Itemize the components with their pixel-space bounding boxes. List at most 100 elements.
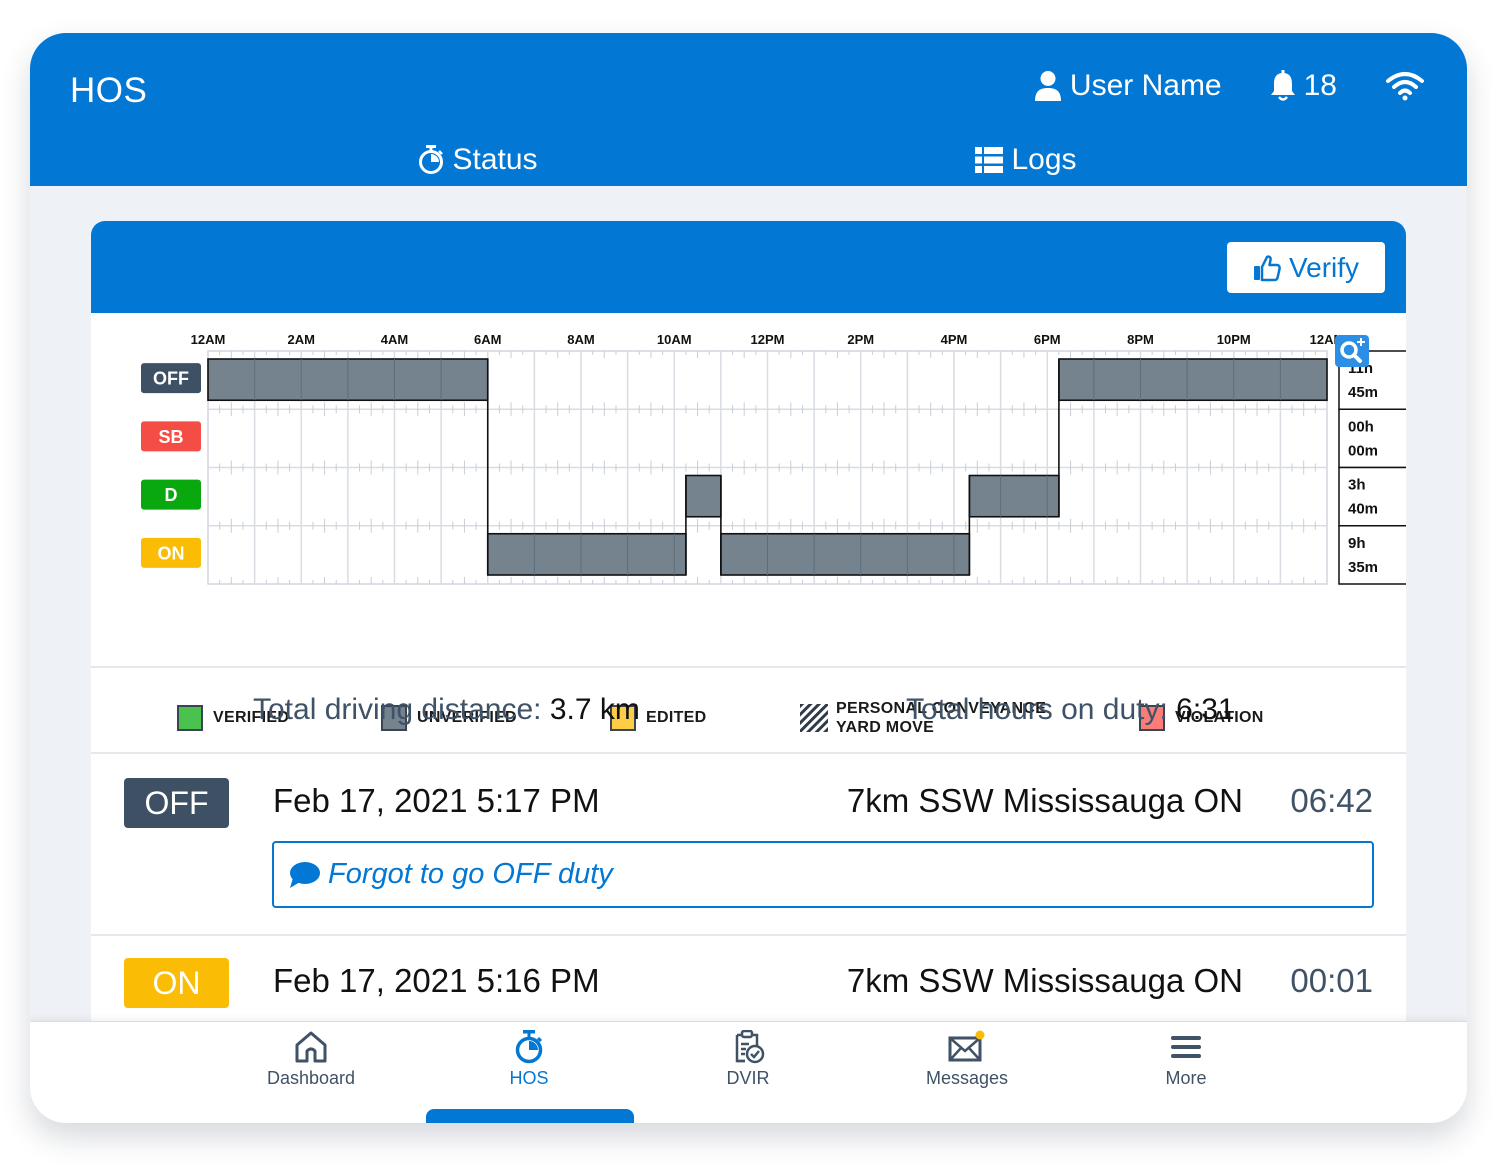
row-label-d: D <box>141 479 201 510</box>
wifi-status <box>1385 71 1425 101</box>
row-total-minutes: 35m <box>1348 559 1378 576</box>
row-label-text: D <box>165 485 178 505</box>
nav-messages[interactable]: Messages <box>877 1030 1057 1100</box>
duty-segment-off[interactable] <box>1058 358 1328 402</box>
duty-segment-bar[interactable] <box>685 474 722 518</box>
x-tick-label: 2AM <box>288 332 315 347</box>
row-total-minutes: 00m <box>1348 442 1378 459</box>
active-nav-indicator <box>426 1109 634 1123</box>
user-icon <box>1034 71 1061 101</box>
nav-more[interactable]: More <box>1096 1030 1276 1100</box>
verify-button[interactable]: Verify <box>1227 242 1385 293</box>
row-total-on: 9h35m <box>1338 525 1406 585</box>
log-card: Verify 12AM 2AM 4AM 6AM 8AM 10AM 12PM 2PM 4PM 6PM… <box>91 221 1406 1121</box>
bell-icon <box>1270 70 1295 101</box>
x-tick-label: 6PM <box>1034 332 1061 347</box>
total-distance-label: Total driving distance: <box>253 693 542 726</box>
duty-segment-on[interactable] <box>486 532 687 576</box>
row-label-off: OFF <box>141 363 201 394</box>
log-datetime: Feb 17, 2021 5:16 PM <box>273 962 600 999</box>
row-total-hours: 3h <box>1348 477 1366 494</box>
row-total-hours: 00h <box>1348 418 1374 435</box>
nav-dashboard[interactable]: Dashboard <box>221 1030 401 1100</box>
log-location: 7km SSW Mississauga ON <box>846 782 1243 819</box>
row-label-text: ON <box>158 543 185 563</box>
x-tick-label: 4AM <box>381 332 408 347</box>
nav-hos[interactable]: HOS <box>439 1030 619 1100</box>
row-total-minutes: 40m <box>1348 501 1378 518</box>
zoom-in-button-bg[interactable] <box>1335 335 1369 367</box>
card-header: Verify <box>91 221 1406 313</box>
log-location: 7km SSW Mississauga ON <box>846 962 1243 999</box>
log-entry[interactable]: OFF Feb 17, 2021 5:17 PM 7km SSW Mississ… <box>91 754 1406 934</box>
duty-segment-d[interactable] <box>685 474 722 518</box>
top-bar: HOS User Name 18 Status Logs <box>30 33 1467 286</box>
tab-bar: Status Logs <box>30 133 1467 286</box>
tab-logs-label: Logs <box>1011 142 1077 176</box>
user-name: User Name <box>1069 69 1222 102</box>
tab-logs[interactable]: Logs <box>753 133 1299 186</box>
duty-segment-off[interactable] <box>207 358 489 402</box>
stopwatch-icon <box>419 144 444 174</box>
comment-icon <box>290 861 320 888</box>
annotation-text: Forgot to go OFF duty <box>328 858 613 890</box>
x-tick-label: 6AM <box>474 332 501 347</box>
clipboard-check-icon <box>735 1030 765 1064</box>
total-distance-value: 3.7 km <box>549 693 640 726</box>
log-duration: 00:01 <box>1290 962 1373 999</box>
total-driving-distance: Total driving distance: 3.7 km <box>253 693 640 727</box>
total-duty-value: 6:31 <box>1176 693 1235 726</box>
x-tick-label: 12AM <box>191 332 226 347</box>
verify-label: Verify <box>1288 251 1360 283</box>
row-label-sb: SB <box>141 421 201 452</box>
total-duty-label: Total hours on duty: <box>906 693 1168 726</box>
nav-dvir[interactable]: DVIR <box>658 1030 838 1100</box>
duty-segment-bar[interactable] <box>1058 358 1328 402</box>
duty-segment-on[interactable] <box>720 532 971 576</box>
row-label-text: SB <box>158 427 183 447</box>
totals-row: Total driving distance: 3.7 km Total hou… <box>91 669 1406 753</box>
wifi-icon <box>1386 72 1424 101</box>
nav-label: HOS <box>509 1068 549 1088</box>
tab-status[interactable]: Status <box>205 133 751 186</box>
row-total-hours: 9h <box>1348 535 1366 552</box>
row-total-minutes: 45m <box>1348 384 1378 401</box>
row-total-d: 3h40m <box>1338 466 1406 527</box>
status-badge-off: OFF <box>124 778 229 828</box>
log-annotation[interactable]: Forgot to go OFF duty <box>272 841 1374 908</box>
duty-segment-bar[interactable] <box>486 532 687 576</box>
home-icon <box>295 1031 327 1063</box>
nav-label: DVIR <box>726 1068 770 1088</box>
x-tick-label: 4PM <box>941 332 968 347</box>
x-tick-label: 12PM <box>751 332 785 347</box>
envelope-icon <box>948 1030 985 1062</box>
thumbs-up-icon <box>1253 254 1281 281</box>
app-title: HOS <box>70 71 148 110</box>
row-label-text: OFF <box>153 369 189 389</box>
header-status-area: User Name 18 <box>1034 69 1425 103</box>
divider <box>91 666 1406 668</box>
menu-icon <box>1171 1036 1201 1058</box>
bottom-nav: Dashboard HOS DVIR Messages More <box>30 1021 1467 1123</box>
zoom-in-button[interactable] <box>1335 335 1369 367</box>
nav-label: Dashboard <box>266 1068 356 1088</box>
nav-label: More <box>1165 1068 1207 1088</box>
tab-status-label: Status <box>452 142 538 176</box>
x-tick-label: 10AM <box>657 332 692 347</box>
duty-segment-bar[interactable] <box>720 532 971 576</box>
device-frame: HOS User Name 18 Status Logs Verify 12AM… <box>30 33 1467 1123</box>
notifications[interactable]: 18 <box>1270 69 1337 103</box>
user-menu[interactable]: User Name <box>1034 69 1222 103</box>
total-hours-on-duty: Total hours on duty: 6:31 <box>906 693 1235 727</box>
notification-count: 18 <box>1303 69 1337 102</box>
duty-segment-d[interactable] <box>968 474 1060 518</box>
duty-segment-bar[interactable] <box>968 474 1060 518</box>
list-icon <box>975 146 1004 173</box>
hos-chart-svg: 12AM 2AM 4AM 6AM 8AM 10AM 12PM 2PM 4PM 6PM 8PM 10PM… <box>141 332 1406 585</box>
x-tick-label: 8AM <box>567 332 594 347</box>
message-badge <box>975 1030 985 1040</box>
stopwatch-icon <box>515 1030 543 1064</box>
x-tick-label: 10PM <box>1217 332 1251 347</box>
nav-label: Messages <box>925 1068 1009 1088</box>
x-tick-label: 8PM <box>1127 332 1154 347</box>
